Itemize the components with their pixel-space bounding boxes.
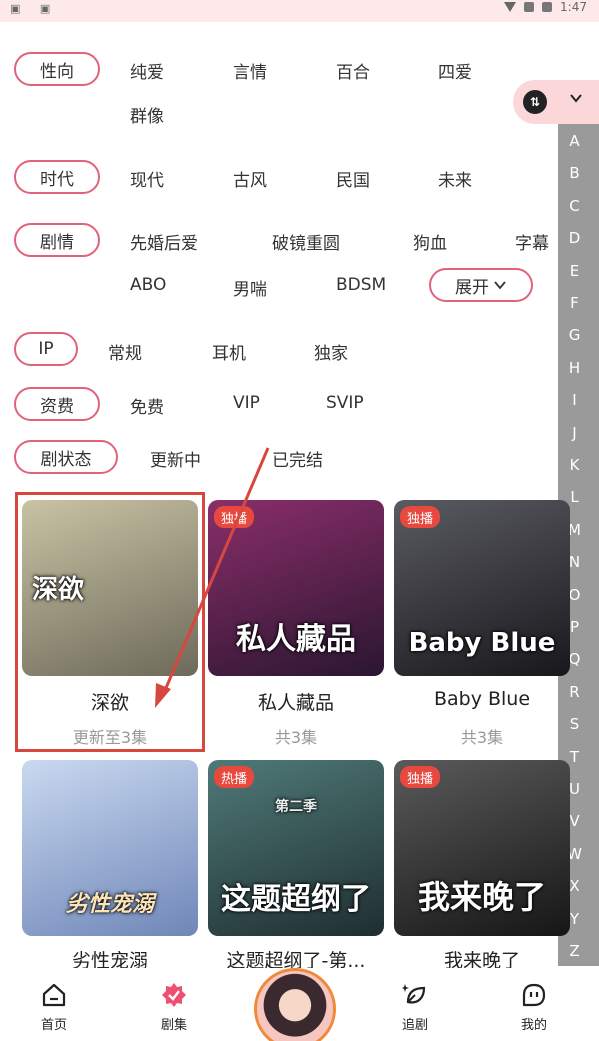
home-icon [42, 983, 66, 1007]
nav-label: 剧集 [160, 1018, 187, 1033]
nav-label: 首页 [40, 1018, 67, 1033]
follow-icon [402, 984, 426, 1004]
nav-label: 追剧 [401, 1018, 428, 1033]
nav-label: 我的 [520, 1018, 547, 1033]
nav-drama[interactable]: 剧集 [134, 968, 214, 1033]
avatar[interactable] [254, 968, 336, 1041]
nav-profile[interactable]: 我的 [494, 968, 574, 1033]
drama-icon [162, 983, 186, 1007]
bottom-nav: 首页 剧集 追剧 我的 [0, 968, 558, 1041]
nav-home[interactable]: 首页 [14, 968, 94, 1033]
annotation-arrow [155, 447, 270, 708]
profile-icon [522, 983, 546, 1007]
nav-follow[interactable]: 追剧 [375, 968, 455, 1033]
